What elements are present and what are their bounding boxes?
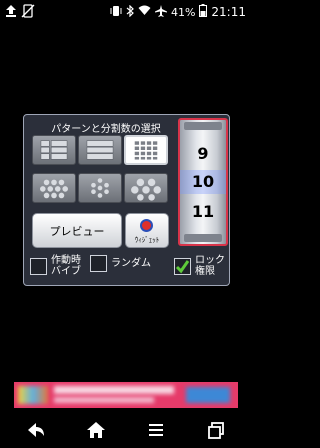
clock: 21:11 — [211, 5, 246, 19]
status-bar: 41% 21:11 — [0, 0, 252, 24]
panel-title: パターンと分割数の選択 — [51, 124, 161, 135]
menu-icon[interactable] — [142, 418, 170, 442]
drum-number-next[interactable]: 11 — [180, 202, 226, 221]
random-label: ランダム — [111, 258, 151, 269]
drum-bottom-cap — [184, 234, 222, 242]
home-icon[interactable] — [82, 418, 110, 442]
random-checkbox-box[interactable] — [90, 255, 107, 272]
vibrate-label: 作動時 バイブ — [51, 255, 81, 277]
lock-label: ロック 権限 — [195, 255, 225, 277]
pattern-dots-button[interactable] — [32, 173, 76, 203]
upload-icon — [5, 3, 17, 22]
battery-icon — [199, 4, 208, 20]
battery-percent: 41% — [170, 5, 196, 19]
drum-number-prev[interactable]: 9 — [180, 144, 226, 163]
widget-label: ｳｨｼﾞｪｯﾄ — [134, 236, 160, 244]
pattern-hex-button[interactable] — [124, 173, 168, 203]
vibrate-icon — [110, 5, 122, 20]
widget-button[interactable]: ｳｨｼﾞｪｯﾄ — [125, 213, 169, 248]
check-icon — [175, 259, 190, 273]
drum-number-selected[interactable]: 10 — [180, 172, 226, 191]
division-count-picker[interactable]: 9 10 11 — [178, 118, 228, 246]
pattern-dots-small-button[interactable] — [78, 173, 122, 203]
airplane-icon — [154, 4, 167, 20]
lock-permission-checkbox[interactable]: ロック 権限 — [174, 255, 225, 277]
preview-button[interactable]: プレビュー — [32, 213, 122, 248]
random-checkbox[interactable]: ランダム — [90, 255, 151, 272]
ad-banner[interactable] — [14, 382, 238, 408]
widget-config-panel: パターンと分割数の選択 プレビュー ｳｨｼﾞｪｯﾄ 9 10 11 作動時 バイ… — [23, 114, 230, 286]
preview-label: プレビュー — [49, 224, 105, 238]
bluetooth-icon — [126, 4, 134, 20]
vibrate-checkbox[interactable]: 作動時 バイブ — [30, 255, 81, 277]
pattern-3-rows-button[interactable] — [78, 135, 122, 165]
wifi-icon — [138, 5, 151, 19]
pattern-2col-rows-button[interactable] — [32, 135, 76, 165]
ad-subtext — [54, 397, 154, 403]
widget-target-icon — [140, 219, 153, 232]
recents-icon[interactable] — [202, 418, 230, 442]
no-sim-icon — [21, 3, 35, 22]
ad-image — [18, 386, 48, 404]
ad-headline — [54, 386, 174, 394]
lock-checkbox-box[interactable] — [174, 257, 191, 275]
navigation-bar — [0, 412, 252, 448]
vibrate-checkbox-box[interactable] — [30, 257, 47, 275]
pattern-grid-button[interactable] — [124, 135, 168, 165]
ad-cta-button[interactable] — [186, 387, 230, 403]
back-icon[interactable] — [22, 418, 50, 442]
drum-top-cap — [184, 122, 222, 130]
